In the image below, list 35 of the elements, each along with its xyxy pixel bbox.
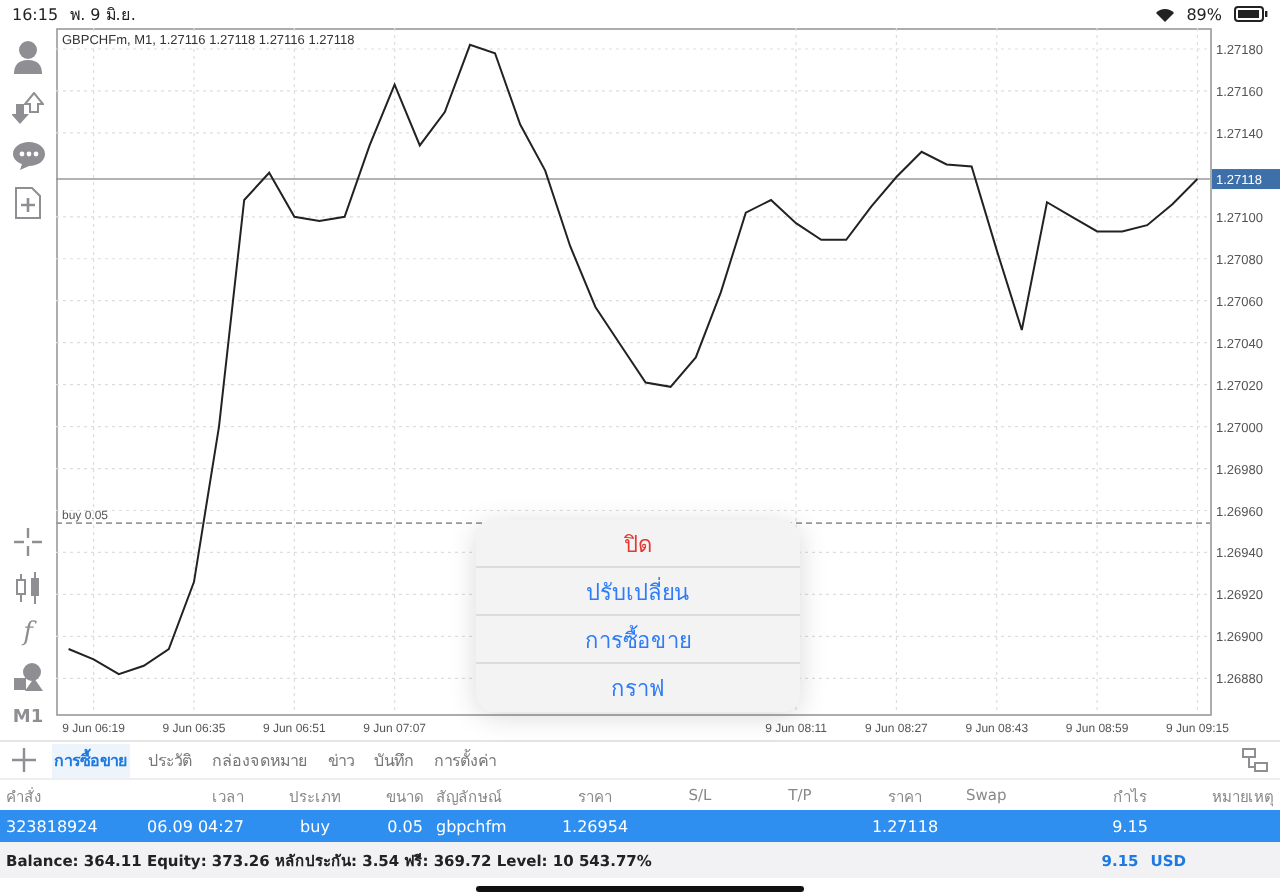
tab[interactable]: ประวัติ — [146, 743, 194, 777]
candlestick-icon[interactable] — [14, 572, 42, 604]
timeframe-button[interactable]: M1 — [12, 708, 44, 728]
table-cell-text: 323818924 — [4, 817, 100, 835]
battery-icon — [1234, 6, 1268, 22]
indicators-icon[interactable]: f — [23, 618, 33, 648]
tab[interactable]: การตั้งค่า — [432, 743, 498, 777]
menu-item[interactable]: กราฟ — [476, 664, 800, 712]
tab[interactable]: ข่าว — [326, 743, 356, 777]
layout-icon[interactable] — [1242, 748, 1268, 772]
menu-item[interactable]: ปรับเปลี่ยน — [476, 568, 800, 616]
status-date: พ. 9 มิ.ย. — [70, 3, 136, 27]
battery-level: 89% — [1186, 5, 1222, 23]
trade-row[interactable]: 323818924 06.09 04:27 buy 0.05 gbpchfm 1.26954 1.27118 9.15 — [0, 810, 1280, 842]
tab[interactable]: การซื้อขาย — [52, 743, 130, 777]
chat-icon[interactable] — [11, 140, 45, 170]
status-time: 16:15 — [12, 5, 59, 23]
wifi-icon — [1156, 7, 1175, 21]
trade-arrows-icon[interactable] — [12, 92, 44, 124]
new-document-icon[interactable] — [14, 186, 42, 220]
tab[interactable]: กล่องจดหมาย — [210, 743, 310, 777]
menu-item[interactable]: ปิด — [476, 520, 800, 568]
menu-item[interactable]: การซื้อขาย — [476, 616, 800, 664]
add-icon[interactable] — [12, 748, 36, 772]
tab[interactable]: บันทึก — [372, 743, 416, 777]
table-cell-text: buy — [298, 817, 332, 835]
account-icon[interactable] — [12, 40, 44, 76]
shapes-icon[interactable] — [12, 662, 44, 692]
table-cell-text: gbpchfm — [434, 817, 509, 835]
table-cell-text: 0.05 — [385, 817, 425, 835]
table-cell-text: 1.27118 — [869, 817, 941, 835]
crosshair-icon[interactable] — [14, 528, 42, 556]
table-cell-text: 9.15 — [1110, 817, 1150, 835]
table-cell-text: 06.09 04:27 — [145, 817, 246, 835]
table-cell-text: 1.26954 — [559, 817, 631, 835]
